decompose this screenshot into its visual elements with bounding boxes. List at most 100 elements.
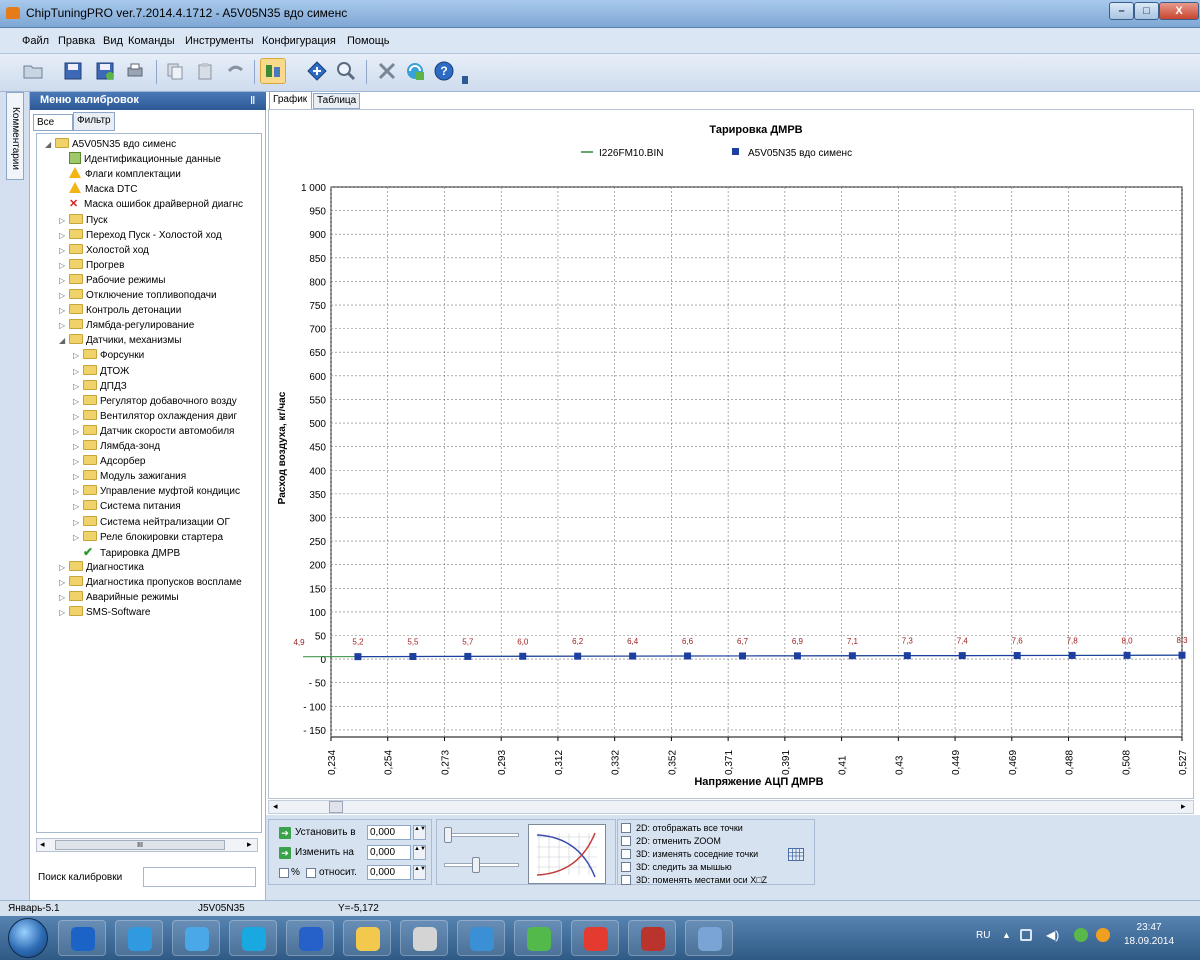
- update-tray-icon[interactable]: [1096, 928, 1110, 942]
- expand-arrow-icon[interactable]: ▷: [73, 379, 83, 394]
- skype-taskbar-button[interactable]: [229, 920, 277, 956]
- help-icon[interactable]: ?: [431, 58, 457, 84]
- change-value-spinner[interactable]: ▲▼: [413, 845, 426, 860]
- expand-arrow-icon[interactable]: ▷: [73, 530, 83, 545]
- chiptuning-taskbar-button[interactable]: [685, 920, 733, 956]
- undo-icon[interactable]: [222, 58, 248, 84]
- expand-arrow-icon[interactable]: ▷: [59, 243, 69, 258]
- relative-checkbox[interactable]: [306, 868, 316, 878]
- ie-taskbar-button[interactable]: [115, 920, 163, 956]
- search-icon[interactable]: [333, 58, 359, 84]
- expand-arrow-icon[interactable]: ▷: [73, 515, 83, 530]
- set-value-icon[interactable]: ➔: [279, 827, 291, 839]
- expand-arrow-icon[interactable]: ▷: [73, 409, 83, 424]
- save-as-icon[interactable]: [92, 58, 118, 84]
- menu-commands[interactable]: Команды: [128, 35, 175, 47]
- tree-item[interactable]: ▷ SMS-Software: [59, 605, 150, 620]
- tree-item[interactable]: ▷ Вентилятор охлаждения двиг: [73, 409, 237, 424]
- option-checkbox-3[interactable]: [621, 849, 631, 859]
- tree-item[interactable]: ◢ A5V05N35 вдо сименс: [45, 137, 176, 152]
- tray-arrow-icon[interactable]: ▲: [1002, 930, 1011, 940]
- language-indicator[interactable]: RU: [976, 930, 990, 941]
- save-icon[interactable]: [60, 58, 86, 84]
- menu-view[interactable]: Вид: [103, 35, 123, 47]
- tree-item[interactable]: ▷ Управление муфтой кондицис: [73, 484, 240, 499]
- tree-item[interactable]: ▷ Модуль зажигания: [73, 469, 186, 484]
- slider-2[interactable]: [472, 857, 480, 873]
- winrar-taskbar-button[interactable]: [628, 920, 676, 956]
- tree-item[interactable]: ▷ Адсорбер: [73, 454, 145, 469]
- expand-arrow-icon[interactable]: ▷: [73, 348, 83, 363]
- network-tray-icon[interactable]: [1020, 929, 1032, 941]
- tree-item[interactable]: ▷ ДПДЗ: [73, 379, 127, 394]
- tree-item[interactable]: ▷ Диагностика пропусков воспламе: [59, 575, 242, 590]
- calibration-chart[interactable]: Тарировка ДМРВ I226FM10.BIN A5V05N35 вдо…: [269, 110, 1195, 800]
- paste-icon[interactable]: [192, 58, 218, 84]
- expand-arrow-icon[interactable]: ▷: [59, 605, 69, 620]
- menu-configuration[interactable]: Конфигурация: [262, 35, 336, 47]
- set-value-input[interactable]: [367, 825, 411, 840]
- tree-item[interactable]: ▷ Форсунки: [73, 348, 144, 363]
- change-value-input[interactable]: [367, 845, 411, 860]
- start-button[interactable]: [8, 918, 48, 958]
- collapse-arrow-icon[interactable]: ◢: [59, 333, 69, 348]
- tree-item[interactable]: ▷ Реле блокировки стартера: [73, 530, 223, 545]
- relative-value-spinner[interactable]: ▲▼: [413, 865, 426, 880]
- expand-arrow-icon[interactable]: ▷: [73, 469, 83, 484]
- chart-horizontal-scrollbar[interactable]: ◂ ▸: [268, 800, 1194, 814]
- option-checkbox-4[interactable]: [621, 862, 631, 872]
- comments-side-tab[interactable]: Комментарии: [6, 92, 24, 180]
- tree-item[interactable]: ▷ ДТОЖ: [73, 364, 129, 379]
- tree-item[interactable]: ▷ Диагностика: [59, 560, 144, 575]
- yandex-taskbar-button[interactable]: [571, 920, 619, 956]
- settings-icon[interactable]: [374, 58, 400, 84]
- calibration-icon[interactable]: [260, 58, 286, 84]
- shield-tray-icon[interactable]: [1074, 928, 1088, 942]
- expand-arrow-icon[interactable]: ▷: [59, 273, 69, 288]
- tree-item[interactable]: ▷ Аварийные режимы: [59, 590, 179, 605]
- collapse-arrow-icon[interactable]: ◢: [45, 137, 55, 152]
- relative-value-input[interactable]: [367, 865, 411, 880]
- menu-file[interactable]: Файл: [22, 35, 49, 47]
- change-value-icon[interactable]: ➔: [279, 847, 291, 859]
- scroll-thumb[interactable]: III: [55, 840, 225, 850]
- volume-icon[interactable]: ◀): [1046, 928, 1059, 942]
- menu-edit[interactable]: Правка: [58, 35, 95, 47]
- tab-table[interactable]: Таблица: [313, 93, 360, 109]
- tree-item[interactable]: ◢ Датчики, механизмы: [59, 333, 181, 348]
- expand-arrow-icon[interactable]: ▷: [59, 258, 69, 273]
- search-input[interactable]: [143, 867, 256, 887]
- tree-item[interactable]: ▷ Лямбда-регулирование: [59, 318, 194, 333]
- tree-item[interactable]: ▷ Рабочие режимы: [59, 273, 165, 288]
- minimize-button[interactable]: –: [1109, 2, 1134, 20]
- browser-taskbar-button[interactable]: [172, 920, 220, 956]
- set-value-spinner[interactable]: ▲▼: [413, 825, 426, 840]
- option-checkbox-1[interactable]: [621, 823, 631, 833]
- close-button[interactable]: X: [1159, 2, 1199, 20]
- expand-arrow-icon[interactable]: ▷: [59, 575, 69, 590]
- tree-item[interactable]: ▷ Регулятор добавочного возду: [73, 394, 237, 409]
- tree-item[interactable]: ▷ Прогрев: [59, 258, 124, 273]
- explorer-taskbar-button[interactable]: [343, 920, 391, 956]
- expand-arrow-icon[interactable]: ▷: [59, 228, 69, 243]
- tree-item[interactable]: Флаги комплектации: [59, 167, 181, 182]
- expand-arrow-icon[interactable]: ▷: [59, 560, 69, 575]
- chart-scroll-thumb[interactable]: [329, 801, 343, 813]
- update-icon[interactable]: [402, 58, 428, 84]
- tree-item[interactable]: ▷ Холостой ход: [59, 243, 149, 258]
- diamond-icon[interactable]: [304, 58, 330, 84]
- expand-arrow-icon[interactable]: ▷: [73, 364, 83, 379]
- media-taskbar-button[interactable]: [58, 920, 106, 956]
- expand-arrow-icon[interactable]: ▷: [59, 213, 69, 228]
- clock[interactable]: 23:47 18.09.2014: [1124, 921, 1174, 949]
- expand-arrow-icon[interactable]: ▷: [73, 499, 83, 514]
- grid-icon[interactable]: [788, 848, 804, 861]
- network-taskbar-button[interactable]: [457, 920, 505, 956]
- at-taskbar-button[interactable]: [514, 920, 562, 956]
- expand-arrow-icon[interactable]: ▷: [73, 484, 83, 499]
- tree-item[interactable]: ▷ Пуск: [59, 213, 107, 228]
- player-taskbar-button[interactable]: [286, 920, 334, 956]
- tree-item[interactable]: ✕ Маска ошибок драйверной диагнс: [59, 197, 243, 212]
- option-checkbox-5[interactable]: [621, 875, 631, 885]
- option-checkbox-2[interactable]: [621, 836, 631, 846]
